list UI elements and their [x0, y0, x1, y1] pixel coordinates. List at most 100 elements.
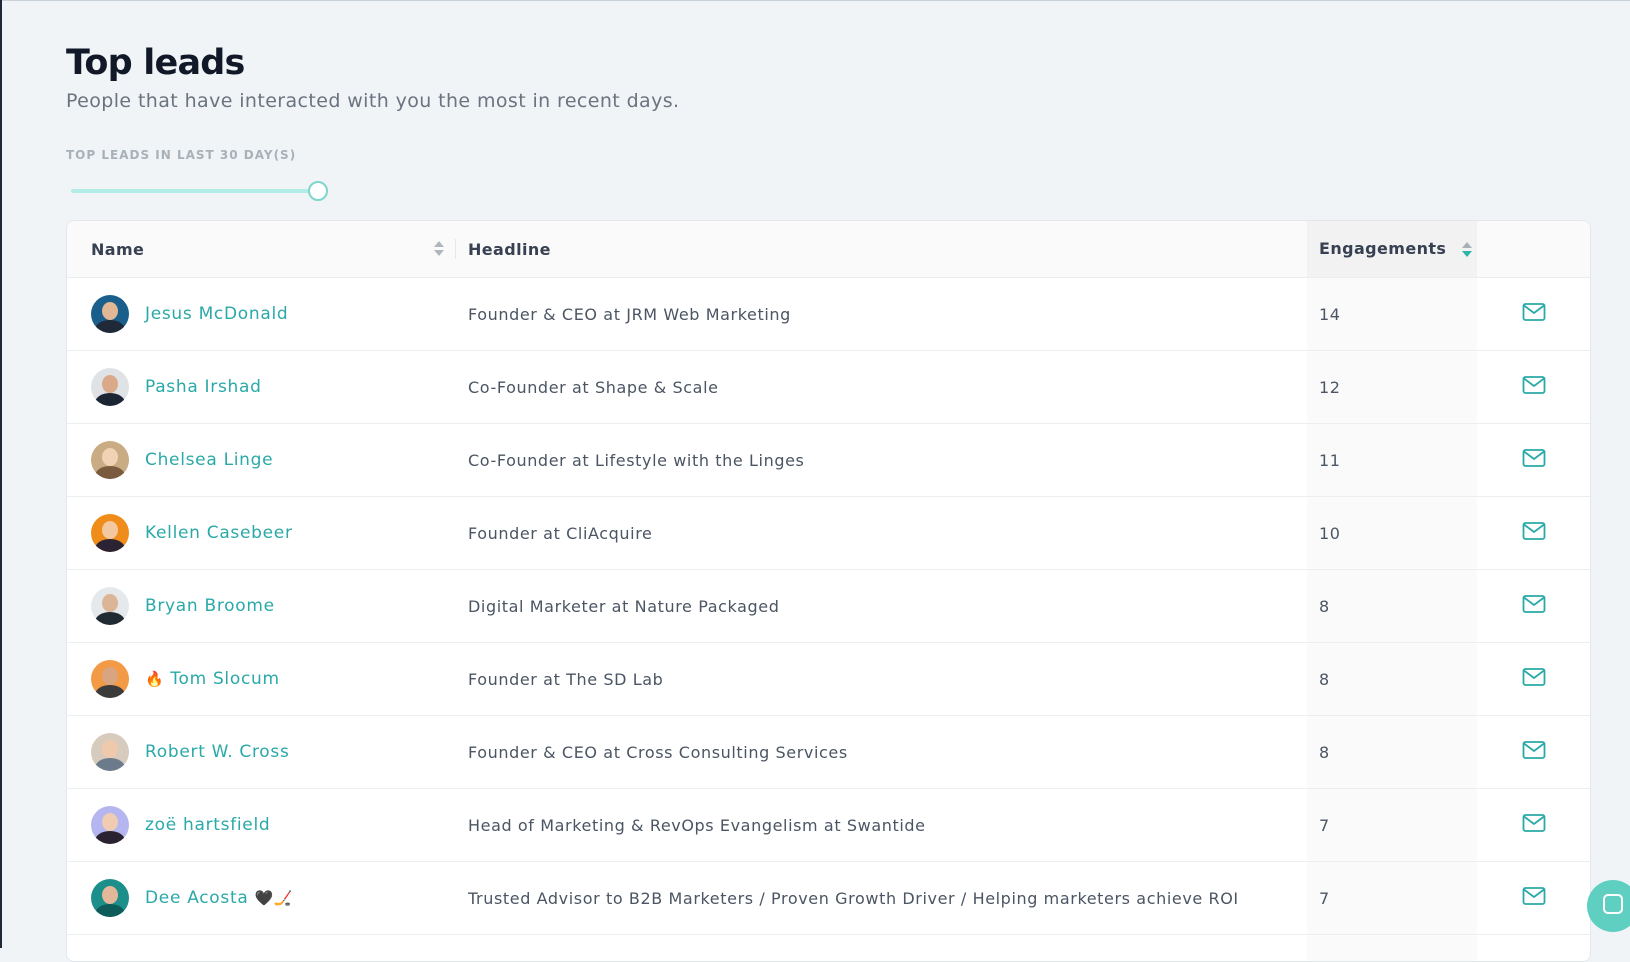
mail-icon[interactable] [1522, 813, 1546, 833]
cell-engagements: 12 [1307, 351, 1477, 424]
avatar[interactable] [91, 806, 129, 844]
column-header-engagements[interactable]: Engagements [1307, 221, 1477, 278]
lead-identity: Kellen Casebeer [91, 514, 456, 552]
table-row[interactable]: Bryan Broome Digital Marketer at Nature … [67, 570, 1590, 643]
slider-track[interactable] [71, 189, 316, 193]
avatar-face [102, 594, 118, 612]
lead-name-link[interactable]: Chelsea Linge [145, 450, 273, 470]
page-content: Top leads People that have interacted wi… [66, 42, 1589, 201]
lead-identity: Robert W. Cross [91, 733, 456, 771]
filter-label: TOP LEADS IN LAST 30 DAY(S) [66, 148, 1589, 162]
avatar[interactable] [91, 514, 129, 552]
table-row[interactable]: Dee Acosta 🖤🏒 Trusted Advisor to B2B Mar… [67, 862, 1590, 935]
cell-engagements [1307, 935, 1477, 962]
avatar-face [102, 302, 118, 320]
lead-name-link[interactable]: Bryan Broome [145, 596, 275, 616]
mail-icon[interactable] [1522, 667, 1546, 687]
table-row[interactable] [67, 935, 1590, 962]
suffix-emoji: 🖤🏒 [254, 889, 293, 907]
lead-identity: Jesus McDonald [91, 295, 456, 333]
column-header-headline-label: Headline [468, 240, 551, 259]
column-header-engagements-label: Engagements [1319, 239, 1446, 258]
avatar-shoulders [95, 539, 125, 552]
sort-descending-icon[interactable] [1462, 241, 1472, 259]
cell-name: Chelsea Linge [67, 424, 456, 497]
cell-headline: Founder at The SD Lab [456, 643, 1307, 716]
table-row[interactable]: Kellen Casebeer Founder at CliAcquire 10 [67, 497, 1590, 570]
lead-name-link[interactable]: Jesus McDonald [145, 304, 288, 324]
table-row[interactable]: 🔥 Tom Slocum Founder at The SD Lab 8 [67, 643, 1590, 716]
cell-actions [1477, 643, 1590, 716]
mail-icon[interactable] [1522, 594, 1546, 614]
cell-headline: Digital Marketer at Nature Packaged [456, 570, 1307, 643]
top-border [0, 0, 1630, 1]
mail-icon[interactable] [1522, 886, 1546, 906]
mail-icon[interactable] [1522, 740, 1546, 760]
cell-name [67, 935, 456, 962]
lead-identity: 🔥 Tom Slocum [91, 660, 456, 698]
avatar[interactable] [91, 879, 129, 917]
table-row[interactable]: Chelsea Linge Co-Founder at Lifestyle wi… [67, 424, 1590, 497]
avatar-face [102, 375, 118, 393]
cell-actions [1477, 716, 1590, 789]
sort-icon[interactable] [434, 240, 444, 258]
cell-name: Robert W. Cross [67, 716, 456, 789]
column-header-name[interactable]: Name [67, 221, 456, 278]
mail-icon[interactable] [1522, 521, 1546, 541]
avatar-shoulders [95, 831, 125, 844]
avatar[interactable] [91, 587, 129, 625]
avatar[interactable] [91, 441, 129, 479]
mail-icon[interactable] [1522, 448, 1546, 468]
left-border [0, 0, 2, 948]
cell-actions [1477, 497, 1590, 570]
mail-icon[interactable] [1522, 375, 1546, 395]
cell-engagements: 7 [1307, 789, 1477, 862]
chat-widget-button[interactable] [1587, 880, 1630, 932]
lead-identity: Dee Acosta 🖤🏒 [91, 879, 456, 917]
avatar-shoulders [95, 904, 125, 917]
table-row[interactable]: Pasha Irshad Co-Founder at Shape & Scale… [67, 351, 1590, 424]
column-header-headline: Headline [456, 221, 1307, 278]
lead-identity: zoë hartsfield [91, 806, 456, 844]
avatar-face [102, 667, 118, 685]
prefix-emoji: 🔥 [145, 670, 164, 688]
lead-name-link[interactable]: Dee Acosta [145, 888, 248, 908]
avatar[interactable] [91, 368, 129, 406]
avatar[interactable] [91, 733, 129, 771]
cell-headline: Co-Founder at Shape & Scale [456, 351, 1307, 424]
avatar[interactable] [91, 295, 129, 333]
days-slider[interactable] [66, 181, 336, 201]
cell-name: zoë hartsfield [67, 789, 456, 862]
lead-identity: Pasha Irshad [91, 368, 456, 406]
column-header-actions [1477, 221, 1590, 278]
cell-headline [456, 935, 1307, 962]
avatar-face [102, 740, 118, 758]
cell-actions [1477, 935, 1590, 962]
lead-name-link[interactable]: Robert W. Cross [145, 742, 290, 762]
lead-name-link[interactable]: zoë hartsfield [145, 815, 270, 835]
cell-engagements: 10 [1307, 497, 1477, 570]
table-row[interactable]: zoë hartsfield Head of Marketing & RevOp… [67, 789, 1590, 862]
lead-name-link[interactable]: Pasha Irshad [145, 377, 262, 397]
slider-handle[interactable] [308, 181, 328, 201]
lead-identity: Chelsea Linge [91, 441, 456, 479]
cell-actions [1477, 862, 1590, 935]
lead-name-link[interactable]: Tom Slocum [170, 669, 279, 689]
table-body: Jesus McDonald Founder & CEO at JRM Web … [67, 278, 1590, 962]
lead-name-link[interactable]: Kellen Casebeer [145, 523, 293, 543]
avatar-shoulders [95, 466, 125, 479]
mail-icon[interactable] [1522, 302, 1546, 322]
avatar-face [102, 886, 118, 904]
table-row[interactable]: Robert W. Cross Founder & CEO at Cross C… [67, 716, 1590, 789]
cell-headline: Head of Marketing & RevOps Evangelism at… [456, 789, 1307, 862]
cell-engagements: 7 [1307, 862, 1477, 935]
page-title: Top leads [66, 42, 1589, 84]
avatar-shoulders [95, 758, 125, 771]
cell-headline: Co-Founder at Lifestyle with the Linges [456, 424, 1307, 497]
avatar-face [102, 521, 118, 539]
table-row[interactable]: Jesus McDonald Founder & CEO at JRM Web … [67, 278, 1590, 351]
cell-name: Jesus McDonald [67, 278, 456, 351]
cell-engagements: 8 [1307, 716, 1477, 789]
chat-icon [1603, 894, 1623, 914]
avatar[interactable] [91, 660, 129, 698]
